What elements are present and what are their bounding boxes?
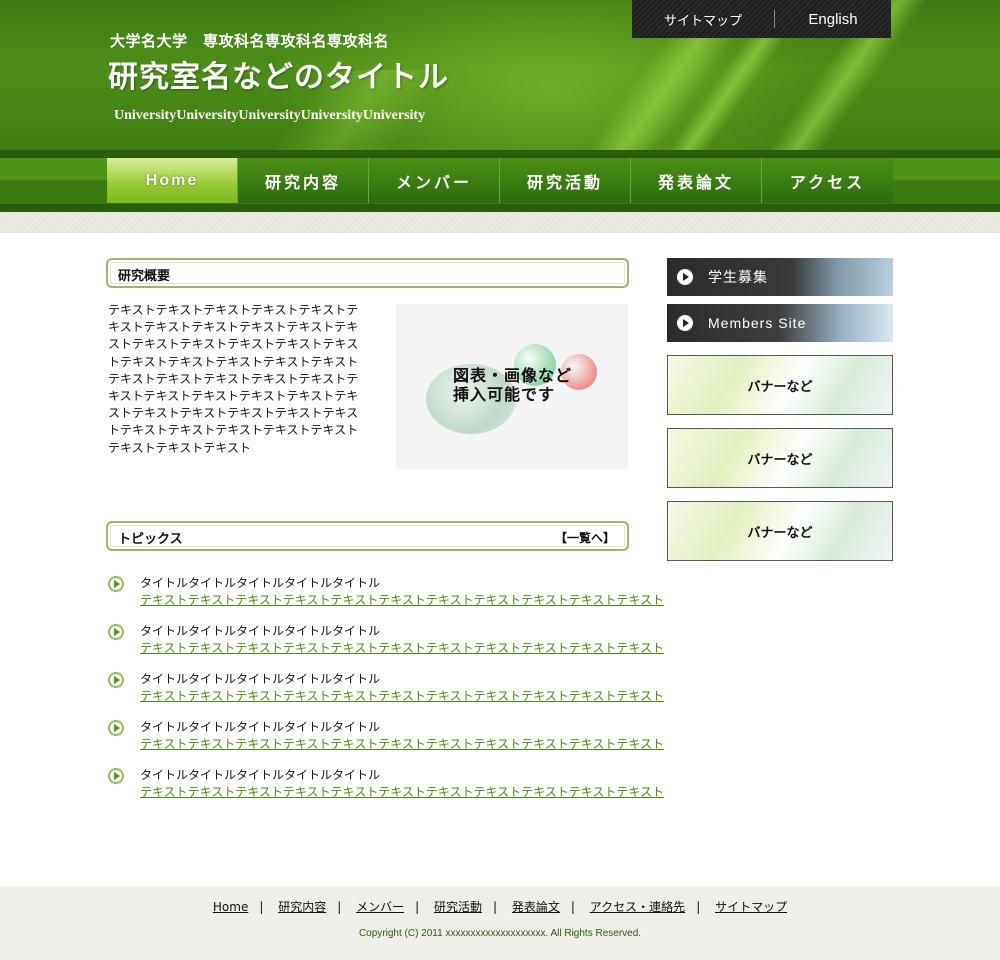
nav-item-label: 研究内容 — [264, 172, 341, 192]
banner-label: バナーなど — [747, 525, 813, 541]
banner-3[interactable]: バナーなど — [667, 501, 893, 561]
list-item: タイトルタイトルタイトルタイトルタイトル テキストテキストテキストテキストテキス… — [108, 574, 664, 622]
play-circle-icon — [108, 624, 124, 640]
topic-link[interactable]: テキストテキストテキストテキストテキストテキストテキストテキストテキストテキスト… — [140, 591, 664, 608]
footer-separator: | — [259, 900, 264, 914]
topic-link[interactable]: テキストテキストテキストテキストテキストテキストテキストテキストテキストテキスト… — [140, 735, 664, 752]
student-recruitment-label: 学生募集 — [708, 269, 768, 285]
list-item: タイトルタイトルタイトルタイトルタイトル テキストテキストテキストテキストテキス… — [108, 670, 664, 718]
figure-caption-line: 図表・画像など — [453, 366, 573, 385]
play-circle-icon — [108, 768, 124, 784]
footer-link-members[interactable]: メンバー — [356, 900, 404, 914]
topic-title: タイトルタイトルタイトルタイトルタイトル — [140, 720, 381, 734]
top-utility-links: サイトマップ English — [632, 0, 891, 38]
play-circle-icon — [108, 720, 124, 736]
footer-link-access[interactable]: アクセス・連絡先 — [590, 900, 685, 914]
list-item: タイトルタイトルタイトルタイトルタイトル テキストテキストテキストテキストテキス… — [108, 622, 664, 670]
university-english-name: UniversityUniversityUniversityUniversity… — [114, 108, 426, 123]
topic-title: タイトルタイトルタイトルタイトルタイトル — [140, 672, 381, 686]
overview-body-text: テキストテキストテキストテキストテキストテキストテキストテキストテキストテキスト… — [108, 303, 359, 455]
topic-title: タイトルタイトルタイトルタイトルタイトル — [140, 768, 381, 782]
overview-heading-box: 研究概要 — [106, 258, 629, 288]
english-link[interactable]: English — [775, 11, 891, 28]
banner-label: バナーなど — [747, 379, 813, 395]
footer-separator: | — [415, 900, 420, 914]
footer-link-publications[interactable]: 発表論文 — [512, 900, 560, 914]
nav-item-label: 研究活動 — [526, 172, 603, 192]
nav-item-label: アクセス — [789, 172, 866, 192]
copyright-text: Copyright (C) 2011 xxxxxxxxxxxxxxxxxxxx.… — [358, 928, 642, 939]
topic-title: タイトルタイトルタイトルタイトルタイトル — [140, 576, 381, 590]
nav-item-home[interactable]: Home — [107, 158, 238, 203]
overview-heading: 研究概要 — [118, 269, 171, 284]
banner-1[interactable]: バナーなど — [667, 355, 893, 415]
nav-item-publications[interactable]: 発表論文 — [631, 158, 762, 203]
banner-2[interactable]: バナーなど — [667, 428, 893, 488]
list-item: タイトルタイトルタイトルタイトルタイトル テキストテキストテキストテキストテキス… — [108, 718, 664, 766]
footer-nav: Home | 研究内容 | メンバー | 研究活動 | 発表論文 | アクセス・連絡先 | … — [0, 898, 1000, 915]
global-nav: Home 研究内容 メンバー 研究活動 発表論文 アクセス — [107, 158, 893, 203]
nav-item-activities[interactable]: 研究活動 — [500, 158, 631, 203]
footer-link-research[interactable]: 研究内容 — [278, 900, 326, 914]
nav-item-label: 発表論文 — [657, 172, 734, 192]
nav-item-members[interactable]: メンバー — [369, 158, 500, 203]
footer-link-home[interactable]: Home — [213, 900, 248, 914]
site-footer: Home | 研究内容 | メンバー | 研究活動 | 発表論文 | アクセス・連絡先 | … — [0, 886, 1000, 960]
arrow-circle-icon — [677, 269, 693, 285]
figure-image-placeholder: 図表・画像など 挿入可能です — [396, 304, 628, 469]
nav-item-label: Home — [145, 171, 199, 189]
figure-caption: 図表・画像など 挿入可能です — [453, 366, 572, 404]
lab-title: 研究室名などのタイトル — [108, 60, 449, 95]
arrow-circle-icon — [677, 315, 693, 331]
header-divider-strip — [0, 212, 1000, 233]
topic-link[interactable]: テキストテキストテキストテキストテキストテキストテキストテキストテキストテキスト… — [140, 687, 664, 704]
footer-separator: | — [570, 900, 575, 914]
figure-caption-line: 挿入可能です — [453, 385, 556, 404]
members-site-button[interactable]: Members Site — [667, 304, 893, 342]
topics-heading-box: トピックス 【一覧へ】 — [106, 521, 629, 551]
footer-link-activities[interactable]: 研究活動 — [434, 900, 482, 914]
site-header: 大学名大学 専攻科名専攻科名専攻科名 研究室名などのタイトル Universit… — [0, 0, 1000, 150]
student-recruitment-button[interactable]: 学生募集 — [667, 258, 893, 296]
footer-separator: | — [493, 900, 498, 914]
topics-heading: トピックス — [118, 532, 183, 547]
footer-separator: | — [696, 900, 701, 914]
topic-title: タイトルタイトルタイトルタイトルタイトル — [140, 624, 381, 638]
banner-label: バナーなど — [747, 452, 813, 468]
topics-list: タイトルタイトルタイトルタイトルタイトル テキストテキストテキストテキストテキス… — [108, 574, 664, 814]
list-item: タイトルタイトルタイトルタイトルタイトル テキストテキストテキストテキストテキス… — [108, 766, 664, 814]
members-site-label: Members Site — [708, 315, 807, 331]
play-circle-icon — [108, 576, 124, 592]
play-circle-icon — [108, 672, 124, 688]
nav-item-access[interactable]: アクセス — [762, 158, 893, 203]
nav-item-research[interactable]: 研究内容 — [238, 158, 369, 203]
sitemap-link[interactable]: サイトマップ — [632, 10, 774, 29]
nav-item-label: メンバー — [395, 172, 472, 192]
topics-list-link[interactable]: 【一覧へ】 — [555, 529, 615, 546]
university-department-line: 大学名大学 専攻科名専攻科名専攻科名 — [110, 32, 390, 50]
topic-link[interactable]: テキストテキストテキストテキストテキストテキストテキストテキストテキストテキスト… — [140, 783, 664, 800]
footer-link-sitemap[interactable]: サイトマップ — [715, 900, 787, 914]
topic-link[interactable]: テキストテキストテキストテキストテキストテキストテキストテキストテキストテキスト… — [140, 639, 664, 656]
footer-separator: | — [337, 900, 342, 914]
